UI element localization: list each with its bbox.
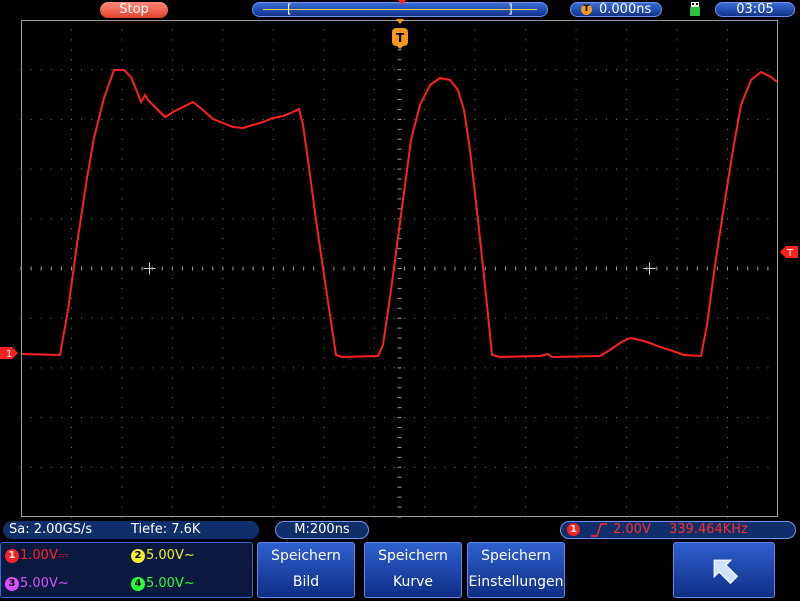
sample-rate: Sa: 2.00GS/s (9, 522, 93, 537)
trigger-offset-display[interactable]: T 0.000ns (570, 2, 662, 17)
ch1-scale: 1.00V (20, 548, 58, 563)
acquisition-info: Sa: 2.00GS/s Tiefe: 7.6K (3, 521, 259, 539)
status-bar: Sa: 2.00GS/s Tiefe: 7.6K M:200ns 1 2.00V… (0, 519, 800, 541)
frequency-counter: 339.464KHz (669, 522, 748, 537)
window-bracket-left: [ (287, 2, 292, 16)
trigger-source-badge: 1 (567, 523, 580, 536)
back-button[interactable] (673, 542, 775, 598)
softkey-label: Speichern (378, 548, 448, 564)
softkey-label: Speichern (481, 548, 551, 564)
run-stop-button[interactable]: Stop (100, 2, 168, 18)
trigger-level-marker[interactable]: T (780, 245, 798, 259)
trigger-offset-value: 0.000ns (599, 2, 652, 17)
ac-coupling-icon: ∼ (57, 576, 69, 591)
usb-icon (690, 2, 700, 16)
trigger-time-marker[interactable]: T (391, 19, 409, 49)
back-arrow-icon (713, 559, 739, 585)
ch3-setting[interactable]: 3 5.00V∼ (5, 576, 69, 592)
save-image-button[interactable]: Speichern Bild (257, 542, 355, 598)
trigger-icon: T (581, 4, 592, 15)
softkey-label: Speichern (271, 548, 341, 564)
ch2-setting[interactable]: 2 5.00V∼ (131, 548, 195, 564)
bottom-panel: 1 1.00V⎓ 2 5.00V∼ 3 5.00V∼ 4 5.00V∼ Speicher… (0, 541, 800, 600)
trigger-level-value: 2.00V (613, 522, 651, 537)
memory-depth: Tiefe: 7.6K (131, 522, 201, 537)
ch4-scale: 5.00V (146, 576, 184, 591)
window-bracket-right: ] (508, 2, 513, 16)
ch2-badge: 2 (131, 548, 145, 563)
softkey-label: Bild (292, 574, 320, 590)
memory-position-bar[interactable]: [ ] (252, 0, 548, 17)
ch1-badge: 1 (5, 548, 19, 563)
channel-settings: 1 1.00V⎓ 2 5.00V∼ 3 5.00V∼ 4 5.00V∼ (0, 542, 253, 598)
save-settings-button[interactable]: Speichern Einstellungen (467, 542, 565, 598)
trigger-info[interactable]: 1 2.00V 339.464KHz (560, 521, 796, 539)
ch3-scale: 5.00V (20, 576, 58, 591)
softkey-label: Einstellungen (468, 574, 564, 590)
trigger-level-label: T (786, 248, 794, 259)
trigger-time-label: T (396, 31, 405, 45)
ch1-setting[interactable]: 1 1.00V⎓ (5, 548, 68, 564)
rising-edge-icon (591, 523, 607, 537)
ch4-badge: 4 (131, 576, 145, 591)
ch1-marker-label: 1 (6, 349, 12, 360)
ac-coupling-icon: ∼ (183, 548, 195, 563)
ch3-badge: 3 (5, 576, 19, 591)
screen-frame (21, 20, 778, 517)
ac-coupling-icon: ∼ (183, 576, 195, 591)
memory-line (263, 9, 537, 10)
ch4-setting[interactable]: 4 5.00V∼ (131, 576, 195, 592)
ch1-level-marker[interactable]: 1 (0, 346, 18, 360)
trigger-position-marker (398, 0, 406, 5)
save-waveform-button[interactable]: Speichern Kurve (364, 542, 462, 598)
dc-coupling-icon: ⎓ (57, 548, 69, 563)
top-bar: Stop [ ] T 0.000ns 03:05 (0, 0, 800, 20)
clock: 03:05 (715, 2, 795, 17)
timebase[interactable]: M:200ns (275, 521, 369, 539)
softkey-label: Kurve (392, 574, 433, 590)
ch2-scale: 5.00V (146, 548, 184, 563)
